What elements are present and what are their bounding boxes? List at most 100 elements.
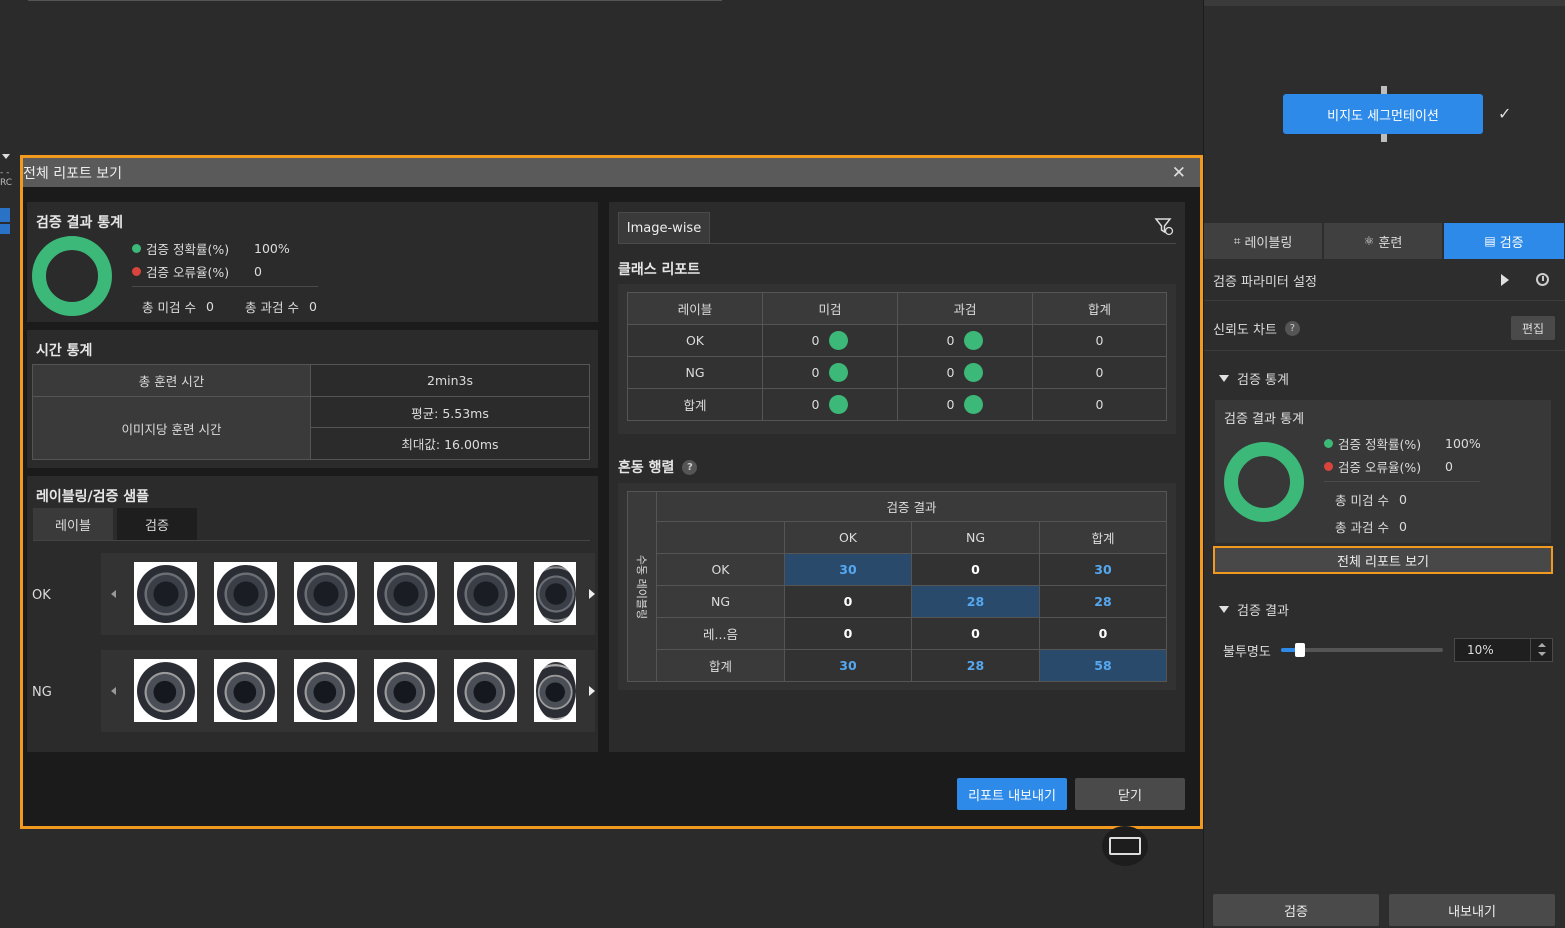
ng-sample-thumb[interactable] — [134, 659, 197, 722]
ng-sample-thumb[interactable] — [294, 659, 357, 722]
row-label: 합계 — [627, 388, 763, 421]
matrix-cell: 0 — [911, 553, 1040, 586]
export-button[interactable]: 내보내기 — [1389, 894, 1555, 926]
ok-sample-thumb[interactable] — [454, 562, 517, 625]
stats-panel-title: 검증 결과 통계 — [36, 215, 124, 231]
stats-section-header[interactable]: 검증 통계 — [1219, 368, 1561, 388]
ok-sample-thumb[interactable] — [534, 562, 576, 625]
left-rc: RC — [0, 178, 13, 188]
chevron-left-icon[interactable] — [111, 687, 116, 695]
chevron-left-icon[interactable] — [111, 590, 116, 598]
ng-sample-thumb[interactable] — [214, 659, 277, 722]
miss-label: 총 미검 수 — [1335, 493, 1389, 508]
accuracy-donut — [1224, 442, 1304, 522]
validate-button[interactable]: 검증 — [1213, 894, 1379, 926]
history-icon[interactable] — [1536, 273, 1549, 286]
opacity-input[interactable]: 10% — [1454, 638, 1553, 662]
lens-image — [376, 564, 435, 623]
ok-sample-thumb[interactable] — [294, 562, 357, 625]
chevron-right-icon[interactable] — [589, 686, 595, 696]
divider — [33, 540, 590, 541]
divider — [132, 286, 318, 287]
total-time-label: 총 훈련 시간 — [32, 364, 311, 397]
row-label: OK — [627, 324, 763, 357]
edit-button[interactable]: 편집 — [1511, 316, 1555, 340]
view-full-report-button[interactable]: 전체 리포트 보기 — [1213, 546, 1553, 574]
samples-panel: 레이블링/검증 샘플 레이블 검증 OK NG — [27, 476, 598, 752]
tab-validation[interactable]: ▤ 검증 — [1444, 223, 1564, 259]
class-report-table: 레이블 미검 과검 합계 OK 0 0 0 NG 0 0 0 합계 0 0 0 — [627, 292, 1167, 421]
matrix-cell: 30 — [784, 649, 912, 682]
result-section-header[interactable]: 검증 결과 — [1219, 599, 1561, 619]
class-report-title: 클래스 리포트 — [618, 262, 701, 278]
validation-result-header: 검증 결과 — [656, 491, 1167, 522]
total-time-value: 2min3s — [310, 364, 590, 397]
tab-label-samples[interactable]: 레이블 — [33, 508, 113, 540]
caret-down-icon — [1219, 605, 1229, 613]
tab-validate-samples[interactable]: 검증 — [117, 508, 197, 540]
opacity-slider[interactable] — [1281, 643, 1443, 657]
confusion-title: 혼동 행렬 — [618, 460, 675, 476]
total-cell: 0 — [1032, 356, 1167, 389]
stats-panel: 검증 결과 통계 검증 정확률(%) 100% 검증 오류율(%) 0 총 미검… — [27, 202, 598, 322]
legend-accuracy: 검증 정확률(%) 100% — [132, 239, 290, 258]
row-ok-label: OK — [32, 588, 51, 603]
dialog-title-bar: 전체 리포트 보기 ✕ — [23, 158, 1200, 187]
caret-down-icon[interactable] — [2, 154, 10, 159]
filter-icon[interactable] — [1154, 216, 1174, 236]
export-report-button[interactable]: 리포트 내보내기 — [957, 778, 1067, 810]
chevron-up-icon[interactable] — [1538, 643, 1546, 647]
close-icon[interactable]: ✕ — [1172, 163, 1186, 183]
over-value: 0 — [308, 299, 317, 314]
crop-icon: ⌗ — [1233, 233, 1241, 248]
row-label: 합계 — [656, 649, 785, 682]
help-icon[interactable]: ? — [682, 459, 698, 475]
close-button[interactable]: 닫기 — [1075, 778, 1185, 810]
table-row: OK 0 0 0 — [627, 324, 1167, 357]
help-icon[interactable]: ? — [1284, 320, 1300, 336]
table-row: OK 30 0 30 — [628, 553, 1167, 586]
red-dot-icon — [132, 267, 141, 276]
chevron-right-icon[interactable] — [589, 589, 595, 599]
over-cell: 0 — [897, 324, 1033, 357]
lens-image — [136, 564, 195, 623]
ok-sample-thumb[interactable] — [214, 562, 277, 625]
lens-image — [296, 661, 355, 720]
network-icon: ⚛ — [1363, 234, 1375, 248]
tab-training[interactable]: ⚛ 훈련 — [1324, 223, 1442, 259]
miss-value: 0 — [811, 397, 820, 412]
chevron-down-icon[interactable] — [1538, 652, 1546, 656]
keyboard-button[interactable] — [1102, 826, 1148, 866]
table-row: NG 0 28 28 — [628, 585, 1167, 618]
red-dot-icon — [1324, 462, 1333, 471]
tab-image-wise[interactable]: Image-wise — [618, 212, 710, 244]
param-row[interactable]: 검증 파라미터 설정 — [1213, 270, 1555, 290]
divider — [1204, 350, 1565, 351]
unsupervised-segmentation-node[interactable]: 비지도 세그먼테이션 — [1283, 94, 1483, 134]
error-value: 0 — [1445, 459, 1453, 474]
tab-labeling[interactable]: ⌗ 레이블링 — [1204, 223, 1322, 259]
result-section-label: 검증 결과 — [1237, 603, 1289, 619]
left-selected-item[interactable] — [0, 208, 10, 222]
ng-sample-thumb[interactable] — [374, 659, 437, 722]
ok-sample-thumb[interactable] — [134, 562, 197, 625]
opacity-slider-thumb[interactable] — [1295, 643, 1306, 657]
ng-sample-thumb[interactable] — [454, 659, 517, 722]
confidence-label: 신뢰도 차트 — [1213, 322, 1277, 338]
status-ok-icon — [964, 395, 984, 414]
matrix-cell: 0 — [784, 617, 912, 650]
col-header: NG — [911, 521, 1040, 554]
table-row: 합계 0 0 0 — [627, 388, 1167, 421]
row-label: NG — [627, 356, 763, 389]
accuracy-value: 100% — [1445, 436, 1481, 451]
play-icon[interactable] — [1501, 274, 1509, 286]
per-image-label: 이미지당 훈련 시간 — [32, 396, 311, 460]
ng-sample-row — [101, 650, 595, 732]
ok-sample-thumb[interactable] — [374, 562, 437, 625]
left-selected-item-2[interactable] — [0, 224, 10, 234]
lens-image — [536, 661, 576, 720]
over-label: 총 과검 수 — [1335, 520, 1389, 535]
opacity-stepper[interactable] — [1530, 639, 1552, 661]
matrix-cell: 28 — [1039, 585, 1167, 618]
ng-sample-thumb[interactable] — [534, 659, 576, 722]
